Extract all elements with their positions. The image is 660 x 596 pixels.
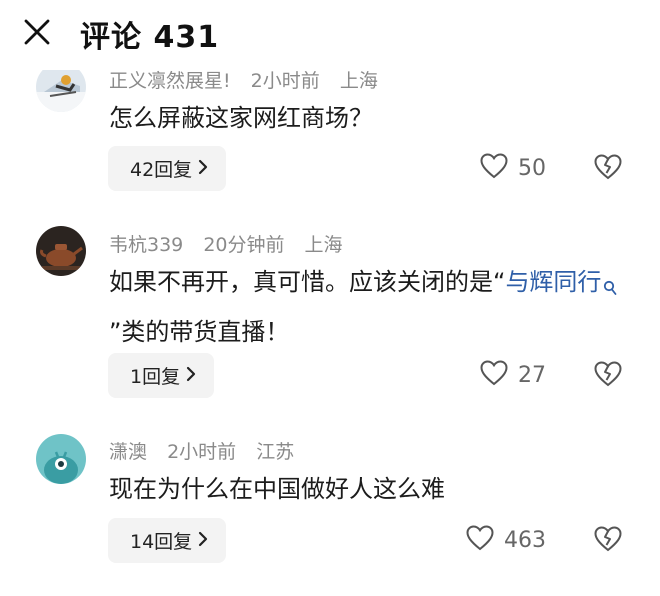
reply-count-label: 1回复 [130,366,181,388]
comment-text: 如果不再开，真可惜。应该关闭的是“与辉同行 ”类的带货直播！ [109,260,629,354]
close-icon [22,19,52,51]
broken-heart-icon [594,525,622,556]
comment-meta: 正义凛然展星! 2小时前 上海 [109,66,392,93]
comment-feed[interactable]: 正义凛然展星! 2小时前 上海 怎么屏蔽这家网红商场？ 42回复 50 韦杭33… [0,0,660,596]
chevron-right-icon [198,158,208,180]
dislike-button[interactable] [594,146,622,191]
comment-text: 怎么屏蔽这家网红商场？ [109,104,373,132]
chevron-right-icon [198,530,208,552]
like-button[interactable]: 27 [480,353,546,398]
dislike-button[interactable] [594,353,622,398]
broken-heart-icon [594,360,622,391]
avatar[interactable] [36,434,86,484]
like-button[interactable]: 463 [466,518,546,563]
heart-icon [480,359,518,392]
comment-text: 现在为什么在中国做好人这么难 [109,475,445,503]
reply-count-label: 42回复 [130,159,193,181]
avatar[interactable] [36,226,86,276]
comment-text-part: ”类的带货直播！ [109,318,290,346]
dislike-button[interactable] [594,518,622,563]
comment-time: 2小时前 [250,70,320,92]
broken-heart-icon [594,153,622,184]
heart-icon [466,524,504,557]
reply-count-label: 14回复 [130,531,193,553]
reply-button[interactable]: 1回复 [108,353,215,398]
chevron-right-icon [186,365,196,387]
like-count: 27 [518,363,546,388]
reply-button[interactable]: 14回复 [108,518,227,563]
topic-link-label: 与辉同行 [505,268,602,296]
heart-icon [480,152,518,185]
close-button[interactable] [22,17,52,47]
comment-username[interactable]: 韦杭339 [109,234,183,256]
comment-username[interactable]: 正义凛然展星! [109,70,231,92]
comment-username[interactable]: 潇澳 [109,441,147,463]
like-count: 50 [518,156,546,181]
comment-meta: 潇澳 2小时前 江苏 [109,437,308,464]
comment-location: 江苏 [256,441,295,463]
comment-time: 2小时前 [167,441,237,463]
page-title: 评论 431 [80,20,220,55]
comment-location: 上海 [304,234,343,256]
like-button[interactable]: 50 [480,146,546,191]
topic-link[interactable]: 与辉同行 [505,268,619,296]
comment-text-part: 如果不再开，真可惜。应该关闭的是“ [109,268,506,296]
like-count: 463 [504,528,546,553]
search-icon [603,266,617,310]
reply-button[interactable]: 42回复 [108,146,227,191]
comment-location: 上海 [339,70,378,92]
comment-time: 20分钟前 [203,234,285,256]
comments-header: 评论 431 [0,0,660,70]
comment-meta: 韦杭339 20分钟前 上海 [109,230,357,257]
